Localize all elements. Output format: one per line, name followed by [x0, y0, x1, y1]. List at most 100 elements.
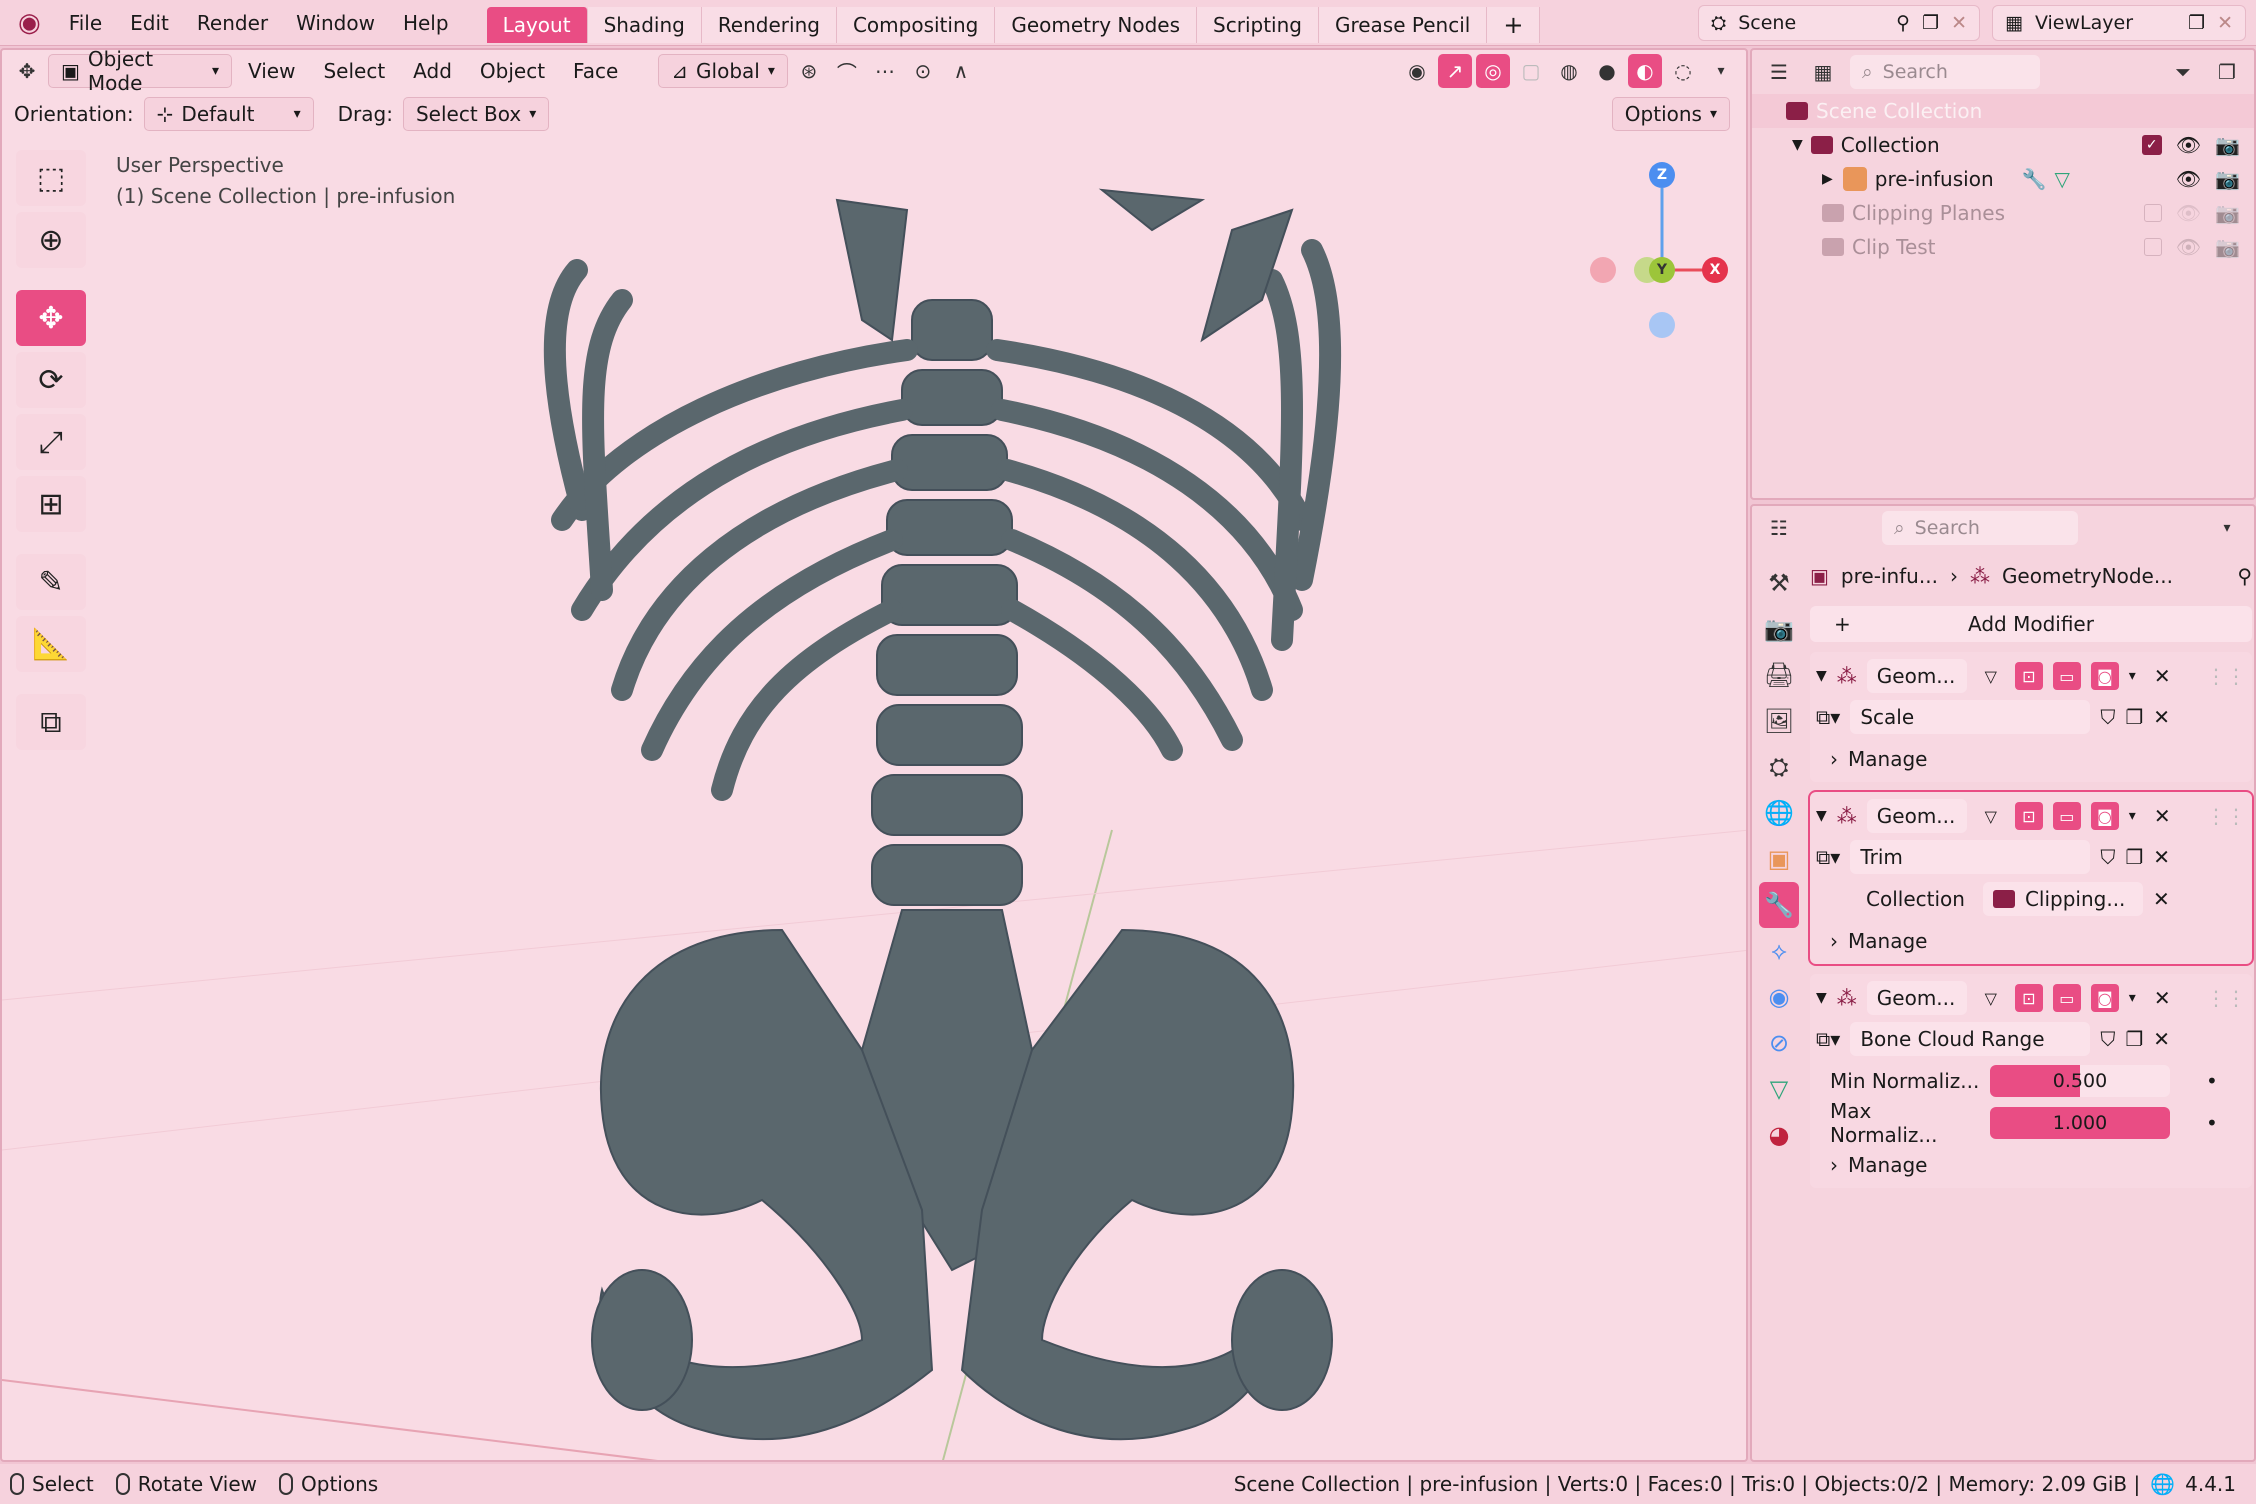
collection-field[interactable]: Clipping... [1982, 882, 2143, 916]
modifier-name-field[interactable]: Geom... [1866, 981, 1967, 1015]
eye-icon[interactable]: 👁 [2176, 133, 2201, 157]
blender-logo-icon[interactable]: ◉ [0, 0, 55, 46]
fake-user-icon[interactable]: ⛉ [2100, 1027, 2115, 1051]
drag-handle-icon[interactable]: ⋮⋮ [2206, 804, 2246, 828]
menu-file[interactable]: File [55, 0, 116, 46]
render-icon[interactable]: ◙ [2090, 662, 2119, 690]
camera-icon[interactable]: 📷 [2215, 235, 2240, 259]
cage-icon[interactable]: ⊡ [2014, 662, 2043, 690]
modifier-tab-icon[interactable]: 🔧 [1759, 882, 1799, 928]
add-cube-tool-icon[interactable]: ⧉ [16, 694, 86, 750]
new-scene-icon[interactable]: ❐ [1922, 12, 1939, 34]
tool-tab-icon[interactable]: ⚒ [1759, 560, 1799, 606]
menu-render[interactable]: Render [183, 0, 282, 46]
chevron-down-icon[interactable]: ▼ [1792, 137, 1803, 153]
cage-icon[interactable]: ⊡ [2014, 984, 2043, 1012]
output-tab-icon[interactable]: 🖨 [1759, 652, 1799, 698]
drag-handle-icon[interactable]: ⋮⋮ [2206, 664, 2246, 688]
camera-icon[interactable]: 📷 [2215, 167, 2240, 191]
collapse-icon[interactable]: ▼ [1816, 990, 1827, 1006]
tab-layout[interactable]: Layout [486, 6, 588, 43]
new-layer-icon[interactable]: ❐ [2188, 12, 2205, 34]
remove-modifier-icon[interactable]: ✕ [2154, 664, 2171, 688]
gizmo-x-icon[interactable]: X [1702, 257, 1728, 283]
cursor-tool-icon[interactable]: ⊕ [16, 212, 86, 268]
chevron-down-icon[interactable]: ▾ [2129, 990, 2136, 1006]
display-mode-icon[interactable]: ▦ [1806, 55, 1840, 89]
3d-viewport[interactable]: ✥ ▣ Object Mode ▾ View Select Add Object… [0, 48, 1748, 1462]
view-layer-selector[interactable]: ▦ ViewLayer ❐ ✕ [1992, 4, 2246, 41]
node-tree-icon[interactable]: ⧉▾ [1816, 705, 1840, 729]
drag-handle-icon[interactable]: ⋮⋮ [2206, 986, 2246, 1010]
outliner-search-input[interactable]: ⌕ Search [1850, 55, 2040, 89]
edit-mode-icon[interactable]: ▽ [1977, 984, 2005, 1012]
tab-scripting[interactable]: Scripting [1197, 6, 1319, 43]
physics-tab-icon[interactable]: ◉ [1759, 974, 1799, 1020]
viewport-display-icon[interactable]: ▭ [2052, 662, 2081, 690]
duplicate-icon[interactable]: ❐ [2125, 705, 2143, 729]
node-tree-icon[interactable]: ⧉▾ [1816, 1027, 1840, 1051]
properties-editor-icon[interactable]: ☷ [1762, 511, 1796, 545]
particles-tab-icon[interactable]: ⟡ [1759, 928, 1799, 974]
collapse-icon[interactable]: ▼ [1816, 668, 1827, 684]
outliner-row-clip-test[interactable]: Clip Test 👁 📷 [1752, 230, 2254, 264]
node-tree-icon[interactable]: ⧉▾ [1816, 845, 1840, 869]
gizmo-neg-x-icon[interactable] [1590, 257, 1616, 283]
pin-icon[interactable]: ⚲ [2237, 564, 2252, 588]
keyframe-dot-icon[interactable]: • [2206, 1111, 2218, 1135]
new-collection-icon[interactable]: ❐ [2210, 55, 2244, 89]
modifier-name-field[interactable]: Geom... [1866, 799, 1967, 833]
close-icon[interactable]: ✕ [2153, 845, 2170, 869]
checkbox-icon[interactable] [2143, 204, 2162, 222]
eye-icon[interactable]: 👁 [2176, 235, 2201, 259]
render-icon[interactable]: ◙ [2090, 802, 2119, 830]
collapse-icon[interactable]: ▼ [1816, 808, 1827, 824]
tab-shading[interactable]: Shading [587, 6, 702, 43]
tab-grease-pencil[interactable]: Grease Pencil [1318, 6, 1488, 43]
manage-row[interactable]: › Manage [1816, 920, 2246, 962]
scale-tool-icon[interactable]: ⤢ [16, 414, 86, 470]
eye-icon[interactable]: 👁 [2176, 201, 2201, 225]
camera-icon[interactable]: 📷 [2215, 133, 2240, 157]
fake-user-icon[interactable]: ⛉ [2100, 845, 2115, 869]
tab-compositing[interactable]: Compositing [836, 6, 996, 43]
scene-tab-icon[interactable]: ⛭ [1759, 744, 1799, 790]
move-tool-icon[interactable]: ✥ [16, 290, 86, 346]
data-tab-icon[interactable]: ▽ [1759, 1066, 1799, 1112]
measure-tool-icon[interactable]: 📐 [16, 616, 86, 672]
outliner-row-scene-collection[interactable]: Scene Collection [1752, 94, 2254, 128]
chevron-down-icon[interactable]: ▾ [2210, 511, 2244, 545]
duplicate-icon[interactable]: ❐ [2125, 845, 2143, 869]
eye-icon[interactable]: 👁 [2176, 167, 2201, 191]
close-icon[interactable]: ✕ [1951, 12, 1967, 34]
gizmo-y-icon[interactable]: Y [1649, 257, 1675, 283]
close-icon[interactable]: ✕ [2153, 1027, 2170, 1051]
edit-mode-icon[interactable]: ▽ [1977, 662, 2005, 690]
select-box-tool-icon[interactable]: ⬚ [16, 150, 86, 206]
material-tab-icon[interactable]: ◕ [1759, 1112, 1799, 1158]
pin-icon[interactable]: ⚲ [1896, 12, 1910, 34]
add-workspace-icon[interactable]: + [1487, 6, 1541, 43]
transform-tool-icon[interactable]: ⊞ [16, 476, 86, 532]
gizmo-z-icon[interactable]: Z [1649, 162, 1675, 188]
annotate-tool-icon[interactable]: ✎ [16, 554, 86, 610]
manage-row[interactable]: › Manage [1816, 1144, 2246, 1186]
cage-icon[interactable]: ⊡ [2014, 802, 2043, 830]
node-group-field[interactable]: Trim [1850, 840, 2091, 874]
viewport-display-icon[interactable]: ▭ [2052, 984, 2081, 1012]
outliner-row-collection[interactable]: ▼ Collection ✓ 👁 📷 [1752, 128, 2254, 162]
object-tab-icon[interactable]: ▣ [1759, 836, 1799, 882]
world-tab-icon[interactable]: 🌐 [1759, 790, 1799, 836]
manage-row[interactable]: › Manage [1816, 738, 2246, 780]
checkbox-icon[interactable]: ✓ [2141, 135, 2162, 155]
remove-modifier-icon[interactable]: ✕ [2154, 986, 2171, 1010]
gizmo-neg-z-icon[interactable] [1649, 312, 1675, 338]
constraints-tab-icon[interactable]: ⊘ [1759, 1020, 1799, 1066]
tab-rendering[interactable]: Rendering [701, 6, 837, 43]
tab-geometry-nodes[interactable]: Geometry Nodes [995, 6, 1198, 43]
add-modifier-button[interactable]: + Add Modifier [1810, 606, 2252, 642]
properties-search-input[interactable]: ⌕ Search [1882, 511, 2078, 545]
min-normalized-slider[interactable]: 0.500 [1990, 1065, 2170, 1097]
render-icon[interactable]: ◙ [2090, 984, 2119, 1012]
menu-window[interactable]: Window [282, 0, 389, 46]
